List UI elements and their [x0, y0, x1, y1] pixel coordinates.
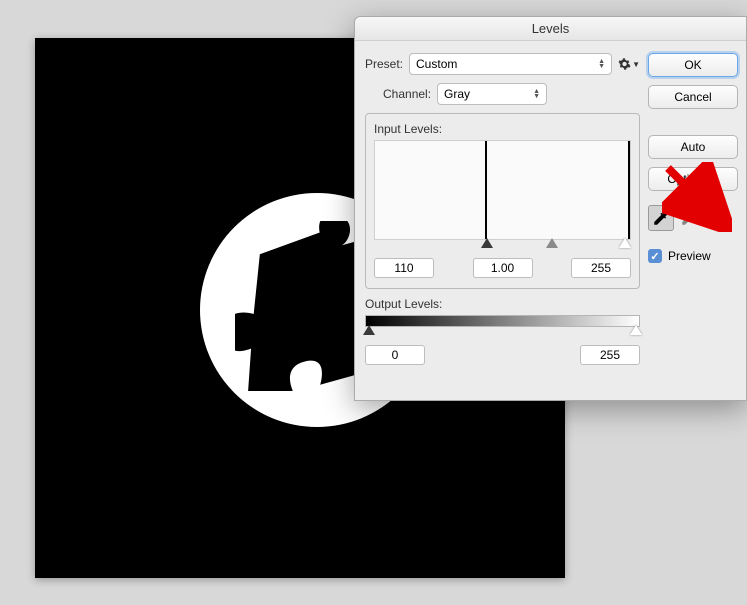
white-point-eyedropper[interactable] — [704, 205, 730, 231]
preset-select[interactable]: Custom ▲▼ — [409, 53, 612, 75]
channel-label: Channel: — [383, 87, 431, 101]
dialog-titlebar[interactable]: Levels — [355, 17, 746, 41]
preset-value: Custom — [416, 57, 457, 71]
output-slider-track[interactable] — [365, 327, 640, 339]
levels-dialog: Levels Preset: Custom ▲▼ ▼ Channel: — [354, 16, 747, 401]
eyedropper-icon — [708, 209, 726, 227]
highlights-slider-handle[interactable] — [619, 238, 631, 248]
chevron-updown-icon: ▲▼ — [598, 59, 605, 69]
gear-icon — [618, 56, 631, 72]
input-highlights-field[interactable]: 255 — [571, 258, 631, 278]
options-button[interactable]: Options... — [648, 167, 738, 191]
input-levels-label: Input Levels: — [374, 122, 631, 136]
input-midtones-field[interactable]: 1.00 — [473, 258, 533, 278]
input-slider-track[interactable] — [374, 240, 631, 252]
output-high-field[interactable]: 255 — [580, 345, 640, 365]
output-levels-label: Output Levels: — [365, 297, 640, 311]
shadows-slider-handle[interactable] — [481, 238, 493, 248]
input-levels-group: Input Levels: 110 1.00 255 — [365, 113, 640, 289]
output-low-field[interactable]: 0 — [365, 345, 425, 365]
ok-button[interactable]: OK — [648, 53, 738, 77]
preset-label: Preset: — [365, 57, 403, 71]
input-shadows-field[interactable]: 110 — [374, 258, 434, 278]
histogram-data — [485, 141, 487, 239]
dialog-title: Levels — [532, 21, 570, 36]
chevron-updown-icon: ▲▼ — [533, 89, 540, 99]
eyedropper-tools — [648, 205, 738, 231]
auto-button[interactable]: Auto — [648, 135, 738, 159]
output-high-handle[interactable] — [630, 325, 642, 335]
preview-label: Preview — [668, 249, 711, 263]
gray-point-eyedropper[interactable] — [676, 205, 702, 231]
histogram[interactable] — [374, 140, 631, 240]
black-point-eyedropper[interactable] — [648, 205, 674, 231]
cancel-button[interactable]: Cancel — [648, 85, 738, 109]
output-gradient — [365, 315, 640, 327]
preview-checkbox[interactable]: ✓ — [648, 249, 662, 263]
eyedropper-icon — [680, 209, 698, 227]
preview-checkbox-row[interactable]: ✓ Preview — [648, 249, 738, 263]
histogram-data — [628, 141, 630, 239]
eyedropper-icon — [652, 209, 670, 227]
chevron-down-icon: ▼ — [632, 60, 640, 69]
output-low-handle[interactable] — [363, 325, 375, 335]
channel-value: Gray — [444, 87, 470, 101]
preset-menu-button[interactable]: ▼ — [618, 53, 640, 75]
midtones-slider-handle[interactable] — [546, 238, 558, 248]
channel-select[interactable]: Gray ▲▼ — [437, 83, 547, 105]
